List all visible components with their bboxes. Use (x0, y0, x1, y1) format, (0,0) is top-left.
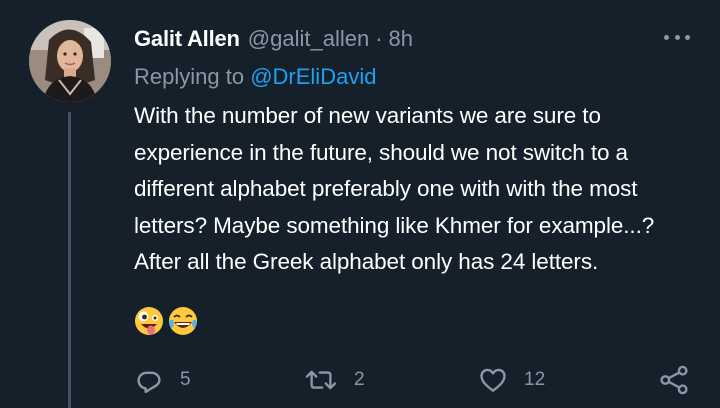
reply-count: 5 (180, 369, 191, 390)
more-options-icon[interactable] (664, 32, 690, 42)
share-button[interactable] (658, 362, 690, 398)
display-name[interactable]: Galit Allen (134, 22, 240, 56)
timestamp[interactable]: 8h (389, 22, 413, 56)
retweet-button[interactable]: 2 (304, 362, 365, 398)
tweet-header: Galit Allen @galit_allen · 8h (134, 22, 413, 56)
avatar-image (29, 20, 111, 102)
tweet-emojis (134, 306, 198, 336)
reply-button[interactable]: 5 (134, 362, 191, 398)
avatar[interactable] (29, 20, 111, 102)
retweet-icon (305, 370, 337, 390)
replying-to: Replying to @DrEliDavid (134, 60, 376, 94)
tweet[interactable]: Galit Allen @galit_allen · 8h Replying t… (0, 0, 720, 408)
zany-face-emoji-icon (135, 307, 163, 335)
replying-prefix: Replying to (134, 64, 245, 89)
tweet-actions: 5 2 12 (0, 362, 720, 398)
share-icon (660, 365, 688, 395)
user-handle[interactable]: @galit_allen (248, 22, 369, 56)
like-button[interactable]: 12 (478, 362, 545, 398)
retweet-count: 2 (354, 369, 365, 390)
tweet-text: With the number of new variants we are s… (134, 103, 655, 274)
heart-icon (480, 368, 506, 392)
more-dot (685, 34, 690, 40)
more-dot (664, 34, 669, 40)
separator-dot: · (375, 26, 383, 51)
like-count: 12 (524, 369, 546, 390)
replying-to-link[interactable]: @DrEliDavid (250, 64, 376, 89)
tears-of-joy-emoji-icon (169, 307, 197, 335)
reply-icon (137, 371, 161, 394)
more-dot (674, 34, 680, 40)
